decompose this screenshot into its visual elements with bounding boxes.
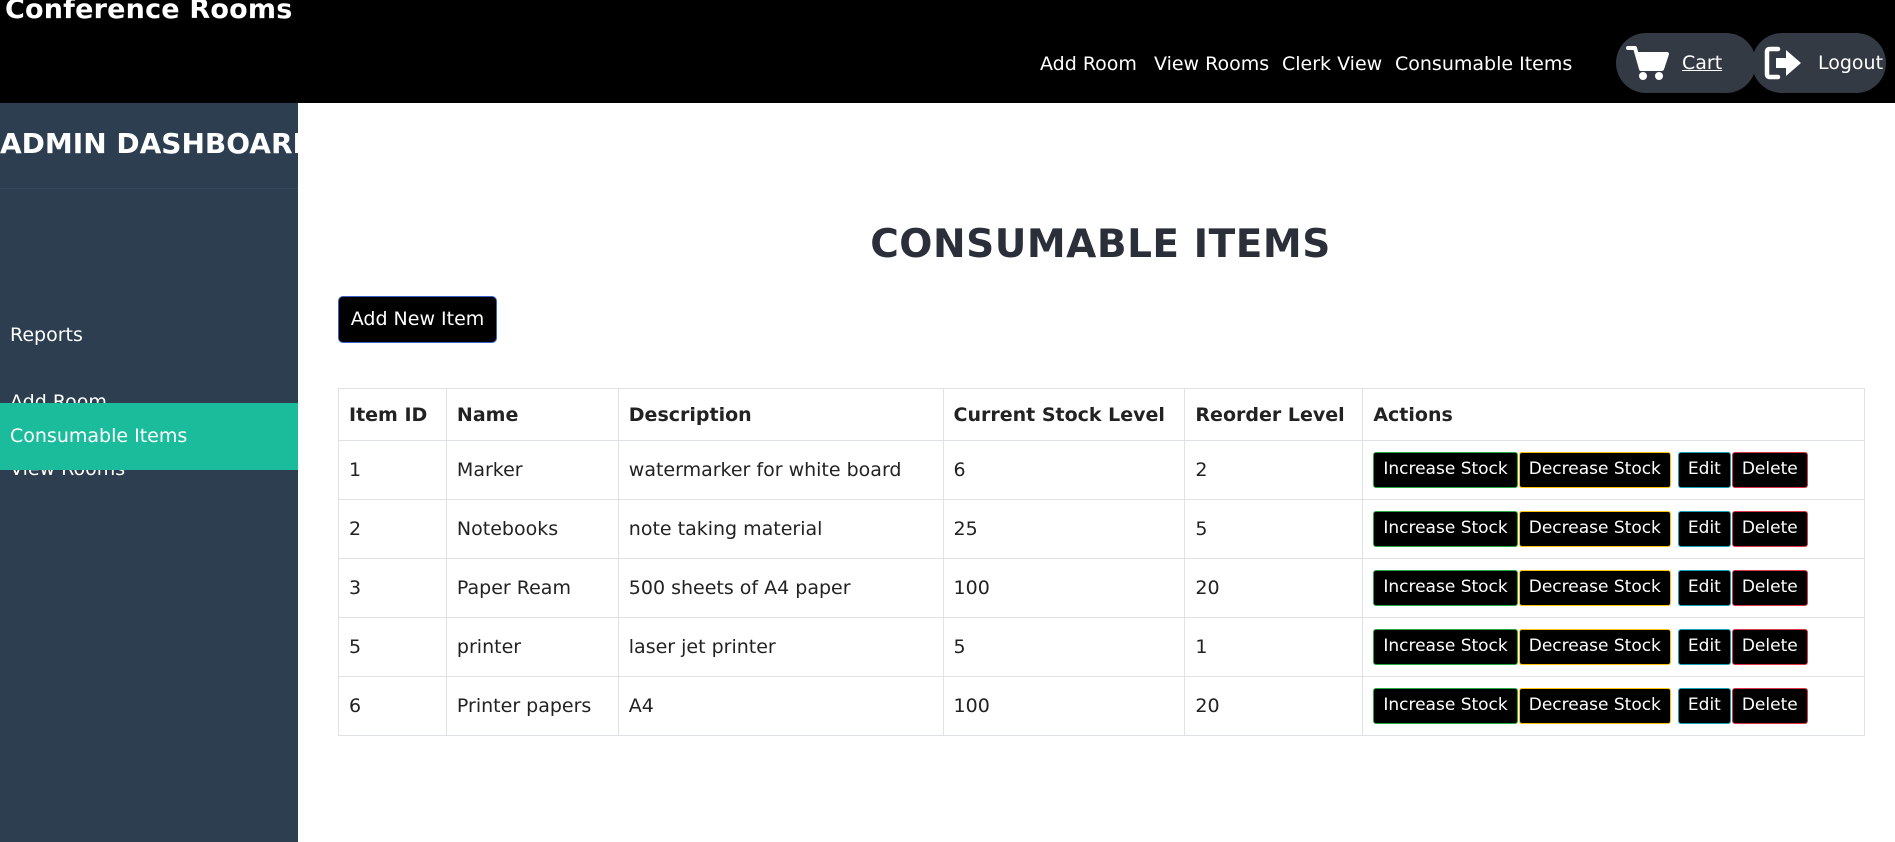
- cell-current-stock: 6: [942, 440, 1186, 500]
- cell-current-stock: 25: [942, 499, 1186, 559]
- sidebar-item-consumable-items[interactable]: Consumable Items: [0, 403, 298, 470]
- cell-name: Paper Ream: [445, 558, 619, 618]
- header-item-id: Item ID: [338, 388, 447, 441]
- delete-button[interactable]: Delete: [1731, 570, 1808, 606]
- cell-description: 500 sheets of A4 paper: [617, 558, 944, 618]
- sidebar-item-reports[interactable]: Reports: [0, 302, 298, 369]
- consumable-items-table: Item ID Name Description Current Stock L…: [338, 388, 1865, 736]
- cell-item-id: 5: [338, 617, 447, 677]
- cell-reorder-level: 5: [1184, 499, 1364, 559]
- decrease-stock-button[interactable]: Decrease Stock: [1518, 570, 1671, 606]
- nav-consumable-items[interactable]: Consumable Items: [1395, 50, 1572, 78]
- cart-icon: [1626, 44, 1670, 82]
- add-new-item-button[interactable]: Add New Item: [338, 296, 497, 343]
- cell-reorder-level: 2: [1184, 440, 1364, 500]
- top-navbar: Conference Rooms Add Room View Rooms Cle…: [0, 0, 1895, 103]
- sidebar: ADMIN DASHBOARD Reports Add Room View Ro…: [0, 103, 316, 842]
- nav-add-room[interactable]: Add Room: [1040, 50, 1137, 78]
- decrease-stock-button[interactable]: Decrease Stock: [1518, 511, 1671, 547]
- cart-label[interactable]: Cart: [1682, 52, 1722, 74]
- cell-name: Marker: [445, 440, 619, 500]
- cell-description: watermarker for white board: [617, 440, 944, 500]
- edit-button[interactable]: Edit: [1677, 511, 1731, 547]
- sidebar-title: ADMIN DASHBOARD: [0, 127, 316, 160]
- delete-button[interactable]: Delete: [1731, 688, 1808, 724]
- header-reorder-level: Reorder Level: [1184, 388, 1364, 441]
- table-row: 1 Marker watermarker for white board 6 2…: [338, 440, 1865, 500]
- cell-item-id: 2: [338, 499, 447, 559]
- cell-actions: Increase Stock Decrease Stock Edit Delete: [1362, 617, 1865, 677]
- sidebar-divider: [0, 188, 298, 189]
- decrease-stock-button[interactable]: Decrease Stock: [1518, 688, 1671, 724]
- cell-description: laser jet printer: [617, 617, 944, 677]
- cell-reorder-level: 20: [1184, 676, 1364, 736]
- edit-button[interactable]: Edit: [1677, 688, 1731, 724]
- cell-actions: Increase Stock Decrease Stock Edit Delete: [1362, 676, 1865, 736]
- decrease-stock-button[interactable]: Decrease Stock: [1518, 629, 1671, 665]
- logout-button[interactable]: Logout: [1752, 33, 1886, 93]
- increase-stock-button[interactable]: Increase Stock: [1373, 688, 1518, 724]
- edit-button[interactable]: Edit: [1677, 629, 1731, 665]
- header-description: Description: [617, 388, 944, 441]
- cell-name: Notebooks: [445, 499, 619, 559]
- header-actions: Actions: [1362, 388, 1865, 441]
- edit-button[interactable]: Edit: [1677, 452, 1731, 488]
- cell-actions: Increase Stock Decrease Stock Edit Delete: [1362, 440, 1865, 500]
- increase-stock-button[interactable]: Increase Stock: [1373, 511, 1518, 547]
- sign-out-icon: [1764, 45, 1804, 81]
- brand-title[interactable]: Conference Rooms: [5, 0, 293, 25]
- increase-stock-button[interactable]: Increase Stock: [1373, 570, 1518, 606]
- table-row: 6 Printer papers A4 100 20 Increase Stoc…: [338, 676, 1865, 736]
- decrease-stock-button[interactable]: Decrease Stock: [1518, 452, 1671, 488]
- nav-view-rooms[interactable]: View Rooms: [1154, 50, 1269, 78]
- cell-name: printer: [445, 617, 619, 677]
- logout-label[interactable]: Logout: [1818, 52, 1883, 74]
- cell-item-id: 6: [338, 676, 447, 736]
- page-title: CONSUMABLE ITEMS: [870, 222, 1331, 267]
- cell-actions: Increase Stock Decrease Stock Edit Delete: [1362, 558, 1865, 618]
- header-current-stock-level: Current Stock Level: [942, 388, 1186, 441]
- increase-stock-button[interactable]: Increase Stock: [1373, 629, 1518, 665]
- cell-item-id: 1: [338, 440, 447, 500]
- nav-clerk-view[interactable]: Clerk View: [1282, 50, 1382, 78]
- cell-description: A4: [617, 676, 944, 736]
- header-name: Name: [445, 388, 619, 441]
- cell-current-stock: 5: [942, 617, 1186, 677]
- cell-description: note taking material: [617, 499, 944, 559]
- cell-reorder-level: 20: [1184, 558, 1364, 618]
- increase-stock-button[interactable]: Increase Stock: [1373, 452, 1518, 488]
- table-row: 2 Notebooks note taking material 25 5 In…: [338, 499, 1865, 559]
- table-row: 3 Paper Ream 500 sheets of A4 paper 100 …: [338, 558, 1865, 618]
- delete-button[interactable]: Delete: [1731, 511, 1808, 547]
- cell-reorder-level: 1: [1184, 617, 1364, 677]
- cell-current-stock: 100: [942, 558, 1186, 618]
- table-row: 5 printer laser jet printer 5 1 Increase…: [338, 617, 1865, 677]
- delete-button[interactable]: Delete: [1731, 629, 1808, 665]
- table-header-row: Item ID Name Description Current Stock L…: [338, 388, 1865, 441]
- cell-name: Printer papers: [445, 676, 619, 736]
- cell-current-stock: 100: [942, 676, 1186, 736]
- edit-button[interactable]: Edit: [1677, 570, 1731, 606]
- delete-button[interactable]: Delete: [1731, 452, 1808, 488]
- cell-actions: Increase Stock Decrease Stock Edit Delete: [1362, 499, 1865, 559]
- cell-item-id: 3: [338, 558, 447, 618]
- cart-button[interactable]: Cart: [1616, 33, 1756, 93]
